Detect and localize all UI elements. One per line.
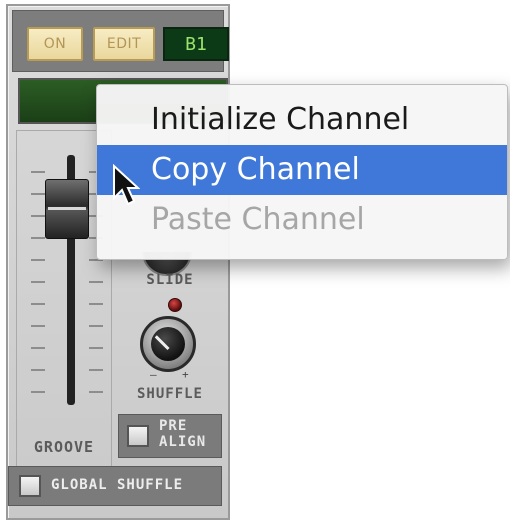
- slider-tick: [31, 259, 45, 261]
- channel-context-menu: Initialize Channel Copy Channel Paste Ch…: [96, 84, 508, 260]
- slider-tick: [89, 325, 103, 327]
- slider-tick: [89, 369, 103, 371]
- shuffle-knob[interactable]: [140, 316, 196, 372]
- slider-tick: [31, 303, 45, 305]
- slider-tick: [31, 281, 45, 283]
- pre-align-label-line1: PRE: [159, 418, 188, 434]
- global-shuffle-section: GLOBAL SHUFFLE: [8, 466, 222, 506]
- groove-slider-handle[interactable]: [45, 179, 89, 239]
- arrow-cursor-icon: [113, 164, 140, 206]
- pre-align-section: PRE ALIGN: [118, 414, 222, 458]
- slider-tick: [89, 281, 103, 283]
- global-shuffle-checkbox[interactable]: [19, 475, 41, 497]
- knob-max-tick: +: [182, 368, 189, 381]
- slider-tick: [31, 215, 45, 217]
- shuffle-led-indicator: [168, 298, 182, 312]
- slider-tick: [31, 325, 45, 327]
- on-button[interactable]: ON: [27, 27, 83, 61]
- pre-align-checkbox[interactable]: [127, 425, 149, 447]
- slider-tick: [31, 237, 45, 239]
- shuffle-label: SHUFFLE: [136, 386, 203, 402]
- channel-header-strip: ON EDIT B1: [12, 10, 229, 72]
- menu-item-paste-channel: Paste Channel: [151, 202, 365, 237]
- slider-tick: [31, 347, 45, 349]
- slider-tick: [89, 347, 103, 349]
- pre-align-label: PRE ALIGN: [159, 418, 219, 450]
- slider-tick: [31, 391, 45, 393]
- global-shuffle-label: GLOBAL SHUFFLE: [51, 477, 184, 493]
- menu-item-initialize-channel[interactable]: Initialize Channel: [97, 95, 507, 145]
- slider-tick: [31, 369, 45, 371]
- slider-tick: [89, 303, 103, 305]
- knob-min-tick: –: [150, 368, 157, 381]
- slider-tick: [31, 171, 45, 173]
- pre-align-label-line2: ALIGN: [159, 434, 207, 450]
- slide-label: SLIDE: [146, 272, 194, 288]
- slider-tick: [89, 391, 103, 393]
- menu-item-copy-channel[interactable]: Copy Channel: [97, 145, 507, 195]
- slider-tick: [31, 193, 45, 195]
- pattern-display[interactable]: B1: [163, 27, 229, 61]
- edit-button[interactable]: EDIT: [93, 27, 155, 61]
- groove-label: GROOVE: [33, 438, 95, 456]
